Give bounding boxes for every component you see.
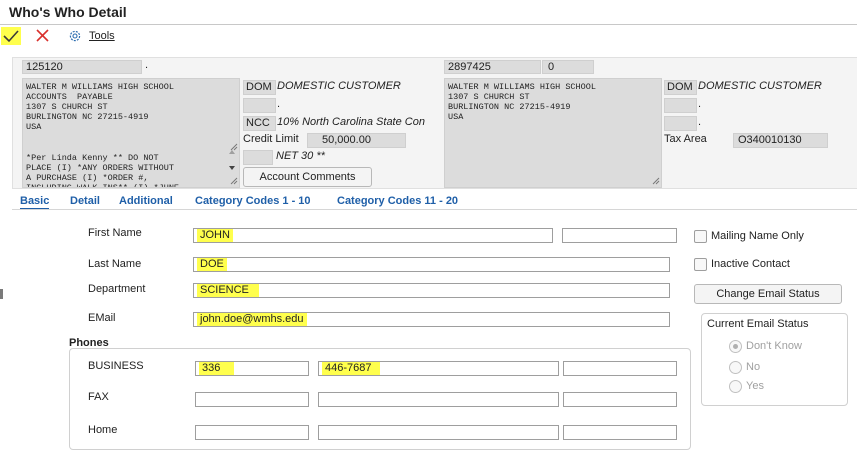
email-value: john.doe@wmhs.edu [197, 313, 307, 326]
title-divider [0, 24, 857, 25]
email-status-no-radio[interactable] [729, 361, 742, 374]
side-resize-handle[interactable] [0, 289, 3, 299]
ok-button[interactable] [1, 27, 21, 45]
cancel-button[interactable] [35, 27, 51, 45]
window-title: Who's Who Detail [9, 4, 127, 20]
tools-menu[interactable]: Tools [89, 30, 115, 42]
scroll-down-icon[interactable] [228, 165, 236, 171]
mailing-name-only-label: Mailing Name Only [711, 230, 804, 242]
left-number: 125120 [26, 61, 63, 73]
business-phone-number: 446-7687 [322, 362, 380, 375]
mailing-name-only-checkbox[interactable] [694, 230, 707, 243]
tax-area-value: O340010130 [738, 134, 802, 146]
home-phone-prefix-input[interactable] [195, 425, 309, 440]
department-label: Department [88, 283, 146, 295]
right-customer-code-field: DOM [664, 80, 697, 95]
business-phone-label: BUSINESS [88, 360, 144, 372]
home-phone-number-input[interactable] [318, 425, 559, 440]
tools-label: Tools [89, 30, 115, 42]
last-name-label: Last Name [88, 258, 142, 270]
right-address-text: WALTER M WILLIAMS HIGH SCHOOL 1307 S CHU… [448, 82, 596, 122]
right-blank-field-1 [664, 98, 697, 113]
credit-limit-label: Credit Limit [243, 133, 299, 145]
change-email-status-button[interactable]: Change Email Status [694, 284, 842, 304]
fax-phone-number-input[interactable] [318, 392, 559, 407]
resize-grip-icon[interactable] [230, 177, 238, 185]
last-name-input[interactable]: DOE [193, 257, 670, 272]
tabs-divider [12, 209, 857, 210]
left-number-suffix: . [145, 59, 149, 71]
home-phone-extra-input[interactable] [563, 425, 677, 440]
left-dot: . [277, 98, 281, 110]
fax-phone-extra-input[interactable] [563, 392, 677, 407]
home-phone-label: Home [88, 424, 118, 436]
first-name-value: JOHN [197, 229, 233, 242]
email-status-dont-know-label: Don't Know [746, 340, 802, 352]
email-input[interactable]: john.doe@wmhs.edu [193, 312, 670, 327]
resize-grip-icon[interactable] [652, 177, 660, 185]
right-customer-code: DOM [667, 81, 693, 93]
tab-category-codes-1-10[interactable]: Category Codes 1 - 10 [195, 195, 311, 207]
terms-desc: NET 30 ** [276, 150, 325, 162]
left-blank-field [243, 98, 276, 113]
fax-phone-prefix-input[interactable] [195, 392, 309, 407]
scroll-up-icon[interactable] [228, 149, 236, 155]
email-status-yes-label: Yes [746, 380, 764, 392]
left-customer-code: DOM [246, 81, 272, 93]
email-status-no-label: No [746, 361, 761, 373]
first-name-extra-input[interactable] [562, 228, 677, 243]
first-name-input[interactable]: JOHN [193, 228, 553, 243]
email-status-yes-radio[interactable] [729, 380, 742, 393]
right-customer-type: DOMESTIC CUSTOMER [698, 80, 822, 92]
right-number2-field: 0 [542, 60, 594, 74]
department-input[interactable]: SCIENCE [193, 283, 670, 298]
left-customer-type: DOMESTIC CUSTOMER [277, 80, 401, 92]
business-phone-extra-input[interactable] [563, 361, 677, 376]
business-phone-prefix: 336 [199, 362, 235, 375]
tab-basic[interactable]: Basic [20, 195, 50, 210]
tools-gear-icon[interactable] [68, 29, 82, 43]
right-address-box: WALTER M WILLIAMS HIGH SCHOOL 1307 S CHU… [444, 78, 662, 188]
department-value: SCIENCE [197, 284, 259, 297]
inactive-contact-label: Inactive Contact [711, 258, 790, 270]
right-dot-2: . [698, 116, 702, 128]
fax-phone-label: FAX [88, 391, 109, 403]
left-number-field: 125120 [22, 60, 142, 74]
right-number: 2897425 [448, 61, 491, 73]
left-tax-code: NCC [246, 117, 270, 129]
close-icon [36, 29, 49, 42]
right-number-field: 2897425 [444, 60, 541, 74]
credit-limit-value: 50,000.00 [322, 134, 371, 146]
checkmark-icon [3, 30, 19, 43]
right-dot-1: . [698, 98, 702, 110]
left-address-box: WALTER M WILLIAMS HIGH SCHOOL ACCOUNTS P… [22, 78, 240, 188]
business-phone-prefix-input[interactable]: 336 [195, 361, 309, 376]
email-status-dont-know-radio[interactable] [729, 340, 742, 353]
account-comments-button[interactable]: Account Comments [243, 167, 372, 187]
email-label: EMail [88, 312, 116, 324]
right-blank-field-2 [664, 116, 697, 131]
left-address-text: WALTER M WILLIAMS HIGH SCHOOL ACCOUNTS P… [26, 82, 174, 132]
current-email-status-label: Current Email Status [707, 318, 809, 330]
left-tax-desc: 10% North Carolina State Con [277, 116, 425, 128]
terms-code-field [243, 150, 273, 165]
tab-additional[interactable]: Additional [119, 195, 173, 207]
right-number2: 0 [548, 61, 555, 73]
left-notes-text: *Per Linda Kenny ** DO NOT PLACE (I) *AN… [26, 153, 180, 188]
left-customer-code-field: DOM [243, 80, 276, 95]
business-phone-number-input[interactable]: 446-7687 [318, 361, 559, 376]
first-name-label: First Name [88, 227, 142, 239]
tax-area-label: Tax Area [664, 133, 707, 145]
gear-icon [69, 30, 81, 42]
last-name-value: DOE [197, 258, 227, 271]
inactive-contact-checkbox[interactable] [694, 258, 707, 271]
tab-detail[interactable]: Detail [70, 195, 100, 207]
left-tax-code-field: NCC [243, 116, 276, 131]
tax-area-field: O340010130 [733, 133, 828, 148]
tab-category-codes-11-20[interactable]: Category Codes 11 - 20 [337, 195, 458, 207]
credit-limit-field: 50,000.00 [307, 133, 406, 148]
